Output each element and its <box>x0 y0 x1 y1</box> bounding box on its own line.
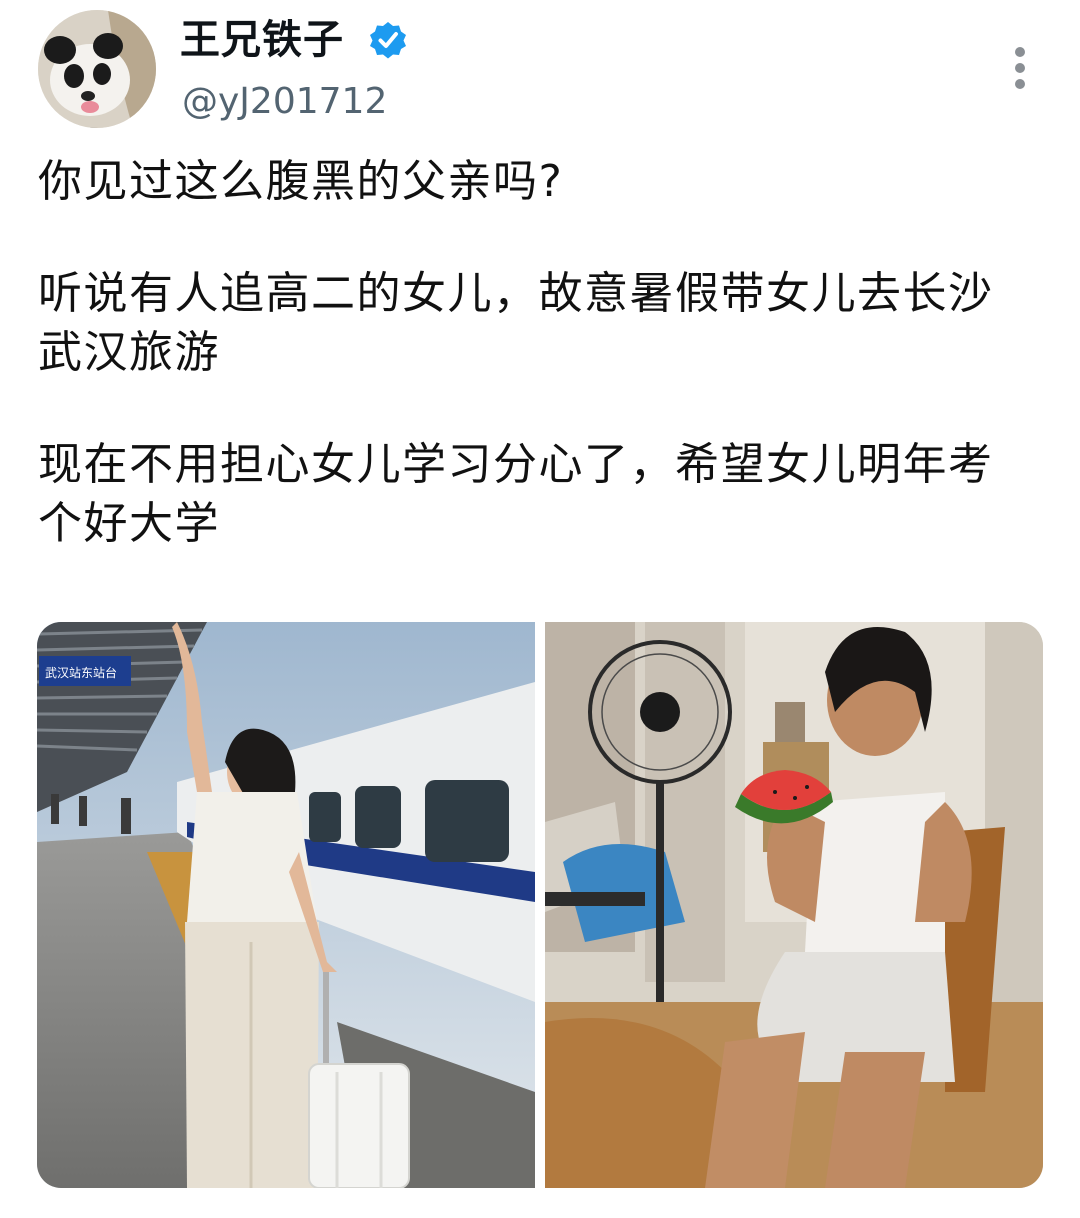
post-paragraph: 你见过这么腹黑的父亲吗? <box>38 156 564 207</box>
panda-icon <box>38 10 156 128</box>
post-media: 武汉站东站台 <box>37 622 1043 1188</box>
author-handle[interactable]: @yJ201712 <box>182 78 387 126</box>
post-paragraph: 听说有人追高二的女儿，故意暑假带女儿去长沙武汉旅游 <box>38 268 994 378</box>
station-sign: 武汉站东站台 <box>45 665 117 680</box>
author-avatar[interactable] <box>38 10 156 128</box>
verified-badge-icon <box>370 22 406 59</box>
post-text: 你见过这么腹黑的父亲吗? 听说有人追高二的女儿，故意暑假带女儿去长沙武汉旅游 现… <box>38 152 1038 553</box>
more-options-icon[interactable] <box>1006 44 1034 96</box>
photo-eating-watermelon[interactable] <box>545 622 1043 1188</box>
author-display-name[interactable]: 王兄铁子 <box>180 12 344 68</box>
train-station-image: 武汉站东站台 <box>37 622 535 1188</box>
photo-train-station[interactable]: 武汉站东站台 <box>37 622 535 1188</box>
watermelon-room-image <box>545 622 1043 1188</box>
post-header: 王兄铁子 @yJ201712 <box>0 0 1080 140</box>
post-paragraph: 现在不用担心女儿学习分心了，希望女儿明年考个好大学 <box>38 439 994 549</box>
